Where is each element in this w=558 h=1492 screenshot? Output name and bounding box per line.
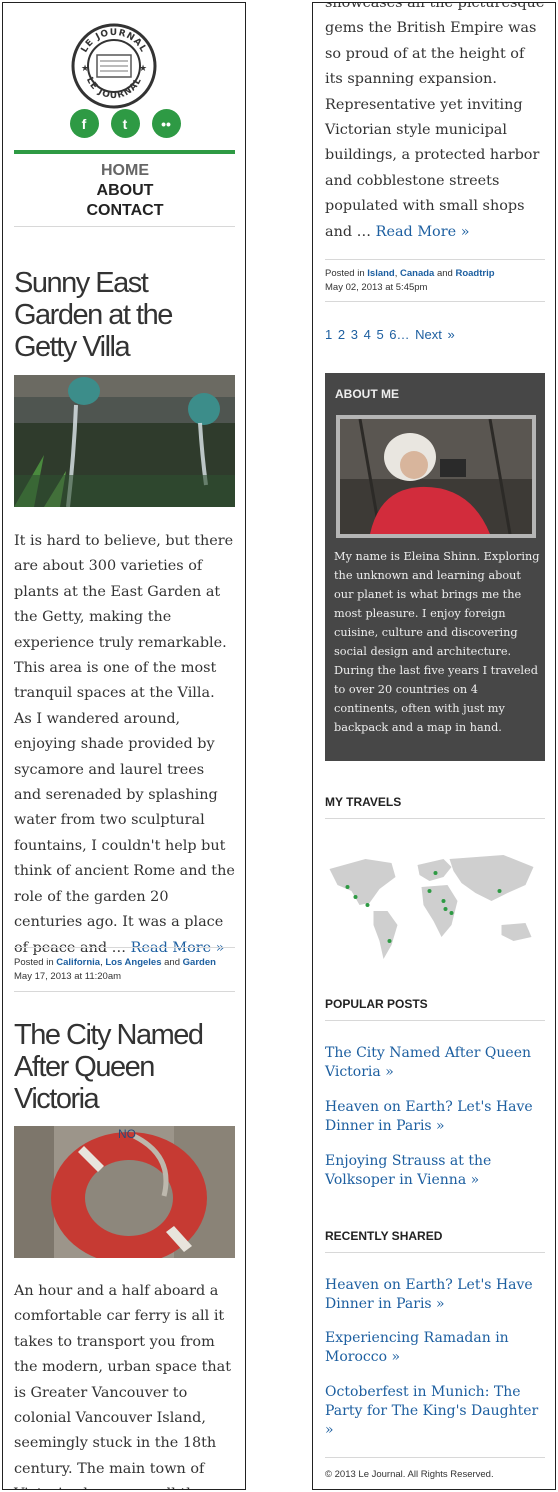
page-link[interactable]: 3 xyxy=(351,327,358,342)
page-link[interactable]: 1 xyxy=(325,327,332,342)
popular-post-link[interactable]: Heaven on Earth? Let's Have Dinner in Pa… xyxy=(325,1098,547,1136)
divider xyxy=(325,818,545,819)
divider xyxy=(325,1457,545,1458)
divider xyxy=(325,259,545,260)
widget-heading: MY TRAVELS xyxy=(325,795,402,809)
page-link[interactable]: 2 xyxy=(338,327,345,342)
post-meta: Posted in California, Los Angeles and Ga… xyxy=(14,957,216,982)
page-link[interactable]: 5 xyxy=(376,327,383,342)
main-navigation: HOME ABOUT CONTACT xyxy=(3,161,245,221)
header-accent-bar xyxy=(14,150,235,154)
post-excerpt-continued: showcases all the picturesque gems the B… xyxy=(325,2,545,240)
category-link[interactable]: Island xyxy=(367,268,394,279)
post-excerpt: It is hard to believe, but there are abo… xyxy=(14,533,235,956)
svg-text:★: ★ xyxy=(139,64,147,74)
category-link[interactable]: Canada xyxy=(400,268,434,279)
right-page-panel: showcases all the picturesque gems the B… xyxy=(312,2,556,1490)
divider xyxy=(14,226,235,227)
post-meta: Posted in Island, Canada and Roadtrip Ma… xyxy=(325,268,495,293)
popular-post-link[interactable]: Enjoying Strauss at the Volksoper in Vie… xyxy=(325,1152,547,1190)
twitter-icon[interactable]: t xyxy=(110,109,140,138)
flickr-icon[interactable]: •• xyxy=(151,109,181,138)
page-link[interactable]: 6 xyxy=(389,327,396,342)
divider xyxy=(325,1020,545,1021)
post-excerpt: An hour and a half aboard a comfortable … xyxy=(14,1283,231,1489)
category-link[interactable]: Garden xyxy=(183,957,216,968)
nav-about[interactable]: ABOUT xyxy=(3,181,245,201)
divider xyxy=(325,1252,545,1253)
author-photo[interactable] xyxy=(340,418,532,535)
page-link[interactable]: 4 xyxy=(364,327,371,342)
pagination: 1 2 3 4 5 6… Next » xyxy=(325,327,546,342)
left-page-panel: LE JOURNAL LE JOURNAL ★ ★ f t •• HOME AB… xyxy=(2,2,246,1490)
divider xyxy=(14,991,235,992)
nav-contact[interactable]: CONTACT xyxy=(3,201,245,221)
next-page-link[interactable]: Next » xyxy=(415,327,455,342)
post-date: May 17, 2013 at 11:20am xyxy=(14,971,122,982)
divider xyxy=(14,947,235,948)
recent-post-link[interactable]: Heaven on Earth? Let's Have Dinner in Pa… xyxy=(325,1276,547,1314)
author-photo-frame xyxy=(336,415,536,538)
widget-heading: RECENTLY SHARED xyxy=(325,1229,443,1243)
about-text: My name is Eleina Shinn. Exploring the u… xyxy=(334,550,540,734)
recent-post-link[interactable]: Octoberfest in Munich: The Party for The… xyxy=(325,1383,547,1440)
post-image-life-ring[interactable]: NO xyxy=(14,1126,235,1258)
category-link[interactable]: Roadtrip xyxy=(455,268,494,279)
post-image-getty-fountain[interactable] xyxy=(14,375,235,507)
post-title[interactable]: Sunny East Garden at the Getty Villa xyxy=(14,267,235,363)
about-me-widget: ABOUT ME My name is Eleina Shinn. Explor… xyxy=(325,373,545,761)
category-link[interactable]: Los Angeles xyxy=(105,957,161,968)
facebook-icon[interactable]: f xyxy=(69,109,99,138)
divider xyxy=(325,301,545,302)
svg-text:★: ★ xyxy=(81,64,89,74)
pagination-ellipsis: … xyxy=(396,327,410,342)
widget-heading: ABOUT ME xyxy=(335,387,399,401)
logo-text-bottom: LE JOURNAL xyxy=(84,76,143,101)
travel-world-map[interactable] xyxy=(325,841,546,961)
read-more-link[interactable]: Read More » xyxy=(376,224,470,240)
post-title[interactable]: The City Named After Queen Victoria xyxy=(14,1019,235,1115)
popular-post-link[interactable]: The City Named After Queen Victoria » xyxy=(325,1044,547,1082)
widget-heading: POPULAR POSTS xyxy=(325,997,428,1011)
post-date: May 02, 2013 at 5:45pm xyxy=(325,282,428,293)
svg-text:NO: NO xyxy=(118,1127,136,1141)
svg-text:LE JOURNAL: LE JOURNAL xyxy=(84,76,144,101)
nav-home[interactable]: HOME xyxy=(3,161,245,181)
footer-copyright: © 2013 Le Journal. All Rights Reserved. xyxy=(325,1469,494,1480)
social-links: f t •• xyxy=(3,109,245,138)
category-link[interactable]: California xyxy=(56,957,100,968)
le-journal-stamp-logo[interactable]: LE JOURNAL LE JOURNAL ★ ★ xyxy=(71,23,157,109)
recent-post-link[interactable]: Experiencing Ramadan in Morocco » xyxy=(325,1329,547,1367)
